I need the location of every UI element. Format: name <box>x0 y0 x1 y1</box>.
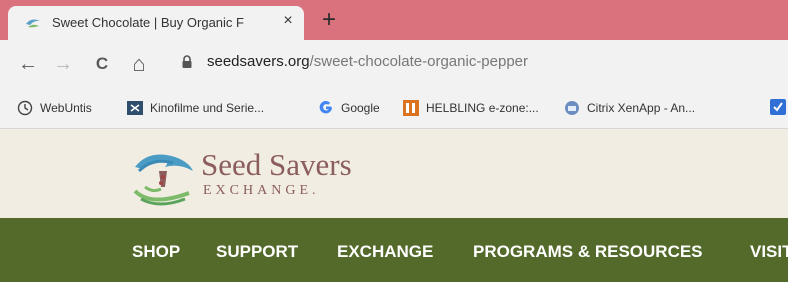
citrix-icon <box>565 101 579 115</box>
tab-close-icon[interactable]: × <box>278 11 298 31</box>
browser-tab[interactable]: Sweet Chocolate | Buy Organic F × <box>8 6 304 40</box>
bookmark-label: Kinofilme und Serie... <box>150 101 265 115</box>
browser-tab-strip: Sweet Chocolate | Buy Organic F × + <box>0 0 788 40</box>
bookmark-label: WebUntis <box>40 101 92 115</box>
logo-subtitle: EXCHANGE. <box>203 183 320 198</box>
site-nav: SHOP SUPPORT EXCHANGE PROGRAMS & RESOURC… <box>0 218 788 282</box>
bookmark-google[interactable]: Google <box>318 99 380 117</box>
back-arrow-icon[interactable]: ← <box>17 53 39 75</box>
seed-savers-logo-icon[interactable] <box>131 147 197 209</box>
bookmarks-bar: WebUntis Kinofilme und Serie... Google H… <box>0 88 788 129</box>
url-host: seedsavers.org <box>207 53 310 70</box>
nav-programs-resources[interactable]: PROGRAMS & RESOURCES <box>473 242 703 262</box>
bookmark-citrix[interactable]: Citrix XenApp - An... <box>564 99 695 117</box>
seed-savers-favicon-icon <box>26 19 40 28</box>
nav-support[interactable]: SUPPORT <box>216 242 298 262</box>
home-icon[interactable]: ⌂ <box>128 53 150 75</box>
extension-icon[interactable] <box>770 99 786 115</box>
bookmark-helbling[interactable]: HELBLING e-zone:... <box>403 99 539 117</box>
bookmark-label: HELBLING e-zone:... <box>426 101 539 115</box>
nav-exchange[interactable]: EXCHANGE <box>337 242 433 262</box>
url-path: /sweet-chocolate-organic-pepper <box>309 53 529 70</box>
logo-title: Seed Savers <box>201 147 352 182</box>
nav-shop[interactable]: SHOP <box>132 242 180 262</box>
bookmark-label: Citrix XenApp - An... <box>587 101 696 115</box>
browser-toolbar: ← → C ⌂ seedsavers.org/sweet-chocolate-o… <box>0 40 788 88</box>
url-text: seedsavers.org/sweet-chocolate-organic-p… <box>207 53 528 70</box>
reload-icon[interactable]: C <box>91 53 113 75</box>
bookmark-webuntis[interactable]: WebUntis <box>17 99 92 117</box>
bookmark-kinofilme[interactable]: Kinofilme und Serie... <box>127 99 264 117</box>
helbling-icon <box>403 100 419 116</box>
film-icon <box>127 101 143 115</box>
bookmark-label: Google <box>341 101 380 115</box>
nav-visit[interactable]: VISIT <box>750 242 788 262</box>
google-icon <box>319 101 332 114</box>
lock-icon <box>182 55 192 68</box>
forward-arrow-icon[interactable]: → <box>52 53 74 75</box>
site-header: Seed Savers EXCHANGE. <box>0 129 788 218</box>
address-bar[interactable]: seedsavers.org/sweet-chocolate-organic-p… <box>172 45 782 79</box>
tab-title: Sweet Chocolate | Buy Organic F <box>52 15 244 30</box>
clock-icon <box>17 100 33 116</box>
new-tab-button[interactable]: + <box>318 8 340 32</box>
